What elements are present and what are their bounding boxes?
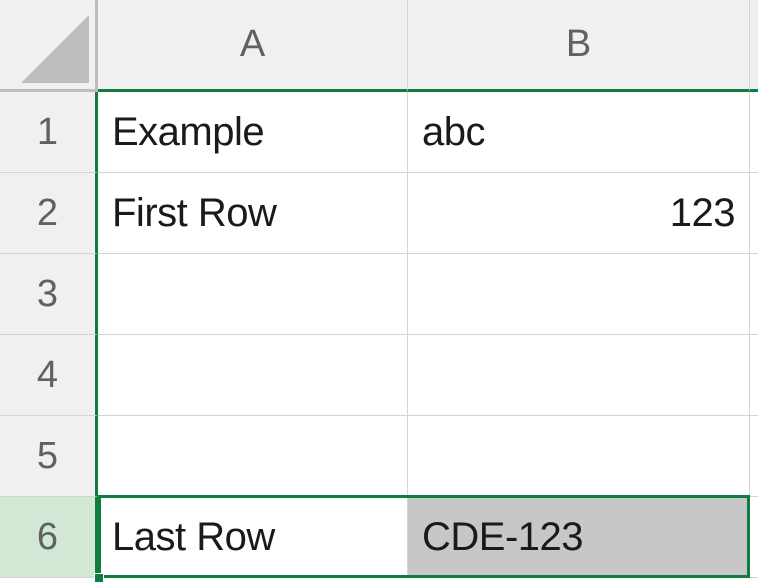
row-header-2[interactable]: 2	[0, 173, 98, 254]
spreadsheet-grid: A B 1 Example abc 2 First Row 123 3 4 5 …	[0, 0, 758, 578]
row-header-4[interactable]: 4	[0, 335, 98, 416]
column-header-B[interactable]: B	[408, 0, 750, 92]
selection-fill-handle[interactable]	[94, 573, 104, 583]
cell-A2[interactable]: First Row	[98, 173, 408, 254]
row-header-3[interactable]: 3	[0, 254, 98, 335]
select-all-triangle-icon	[21, 15, 89, 83]
cell-B1[interactable]: abc	[408, 92, 750, 173]
cell-B3[interactable]	[408, 254, 750, 335]
cell-B6[interactable]: CDE-123	[408, 497, 750, 578]
column-header-A[interactable]: A	[98, 0, 408, 92]
cell-A5[interactable]	[98, 416, 408, 497]
cell-B2[interactable]: 123	[408, 173, 750, 254]
row-edge	[750, 416, 758, 497]
row-edge	[750, 497, 758, 578]
cell-B5[interactable]	[408, 416, 750, 497]
row-edge	[750, 173, 758, 254]
row-edge	[750, 254, 758, 335]
row-edge	[750, 335, 758, 416]
cell-A4[interactable]	[98, 335, 408, 416]
row-edge	[750, 92, 758, 173]
row-header-1[interactable]: 1	[0, 92, 98, 173]
row-header-6[interactable]: 6	[0, 497, 98, 578]
cell-A1[interactable]: Example	[98, 92, 408, 173]
select-all-corner[interactable]	[0, 0, 98, 92]
cell-A6[interactable]: Last Row	[98, 497, 408, 578]
cell-B4[interactable]	[408, 335, 750, 416]
row-header-5[interactable]: 5	[0, 416, 98, 497]
cell-A3[interactable]	[98, 254, 408, 335]
column-edge	[750, 0, 758, 92]
